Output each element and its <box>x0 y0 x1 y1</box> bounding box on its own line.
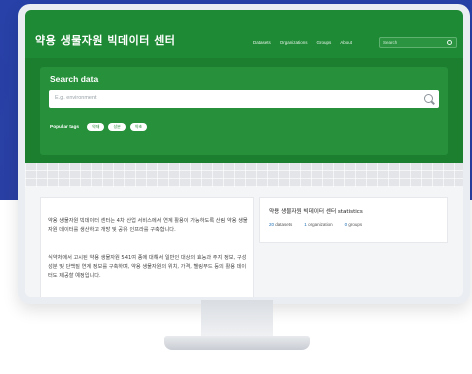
search-icon[interactable] <box>424 94 433 103</box>
stat-datasets-count: 20 <box>269 222 275 227</box>
nav-groups[interactable]: Groups <box>317 40 332 45</box>
stat-organizations[interactable]: 1 organization <box>304 222 332 227</box>
header-search-input[interactable]: Search <box>379 37 457 48</box>
stats-row: 20 datasets 1 organization 0 groups <box>269 222 362 227</box>
stat-groups[interactable]: 0 groups <box>345 222 363 227</box>
search-band: Search data E.g. environment Popular tag… <box>25 58 463 163</box>
header-search-placeholder: Search <box>383 40 398 45</box>
stat-organizations-count: 1 <box>304 222 307 227</box>
stats-box: 약용 생물자원 빅데이터 센터 statistics 20 datasets 1… <box>259 197 448 243</box>
nav-about[interactable]: About <box>340 40 352 45</box>
main-nav: Datasets Organizations Groups About <box>253 40 352 45</box>
nav-datasets[interactable]: Datasets <box>253 40 271 45</box>
monitor-stand <box>201 300 273 340</box>
tag[interactable]: 약재 <box>87 123 105 131</box>
stat-groups-count: 0 <box>344 222 348 227</box>
site-header: 약용 생물자원 빅데이터 센터 Datasets Organizations G… <box>25 10 463 58</box>
popular-tags: Popular tags 약재 성분 약초 <box>50 123 148 131</box>
tag[interactable]: 성분 <box>108 123 126 131</box>
screen: 약용 생물자원 빅데이터 센터 Datasets Organizations G… <box>25 10 463 297</box>
stat-datasets[interactable]: 20 datasets <box>269 222 292 227</box>
search-input[interactable]: E.g. environment <box>49 90 439 108</box>
stat-groups-label: groups <box>348 222 363 227</box>
stats-title: 약용 생물자원 빅데이터 센터 statistics <box>269 209 363 215</box>
popular-tags-label: Popular tags <box>50 124 80 130</box>
nav-organizations[interactable]: Organizations <box>280 40 308 45</box>
monitor-base <box>164 336 310 350</box>
intro-box: 약용 생물자원 빅데이터 센터는 4차 산업 서비스에서 연계 활용이 가능하도… <box>40 197 254 297</box>
site-title[interactable]: 약용 생물자원 빅데이터 센터 <box>35 32 175 48</box>
search-title: Search data <box>50 74 99 84</box>
decorative-tile-strip <box>25 163 463 187</box>
intro-paragraph: 약용 생물자원 빅데이터 센터는 4차 산업 서비스에서 연계 활용이 가능하도… <box>48 218 248 233</box>
monitor: 약용 생물자원 빅데이터 센터 Datasets Organizations G… <box>18 4 470 304</box>
search-placeholder: E.g. environment <box>55 95 97 101</box>
stat-datasets-label: datasets <box>275 222 293 227</box>
tag[interactable]: 약초 <box>129 123 148 131</box>
search-icon[interactable] <box>447 40 452 45</box>
intro-paragraph: 식약처에서 고시된 약용 생물자원 541여 종에 대해서 일반인 대상의 효능… <box>48 255 247 279</box>
stat-organizations-label: organization <box>308 222 333 227</box>
search-panel: Search data E.g. environment Popular tag… <box>40 67 448 155</box>
